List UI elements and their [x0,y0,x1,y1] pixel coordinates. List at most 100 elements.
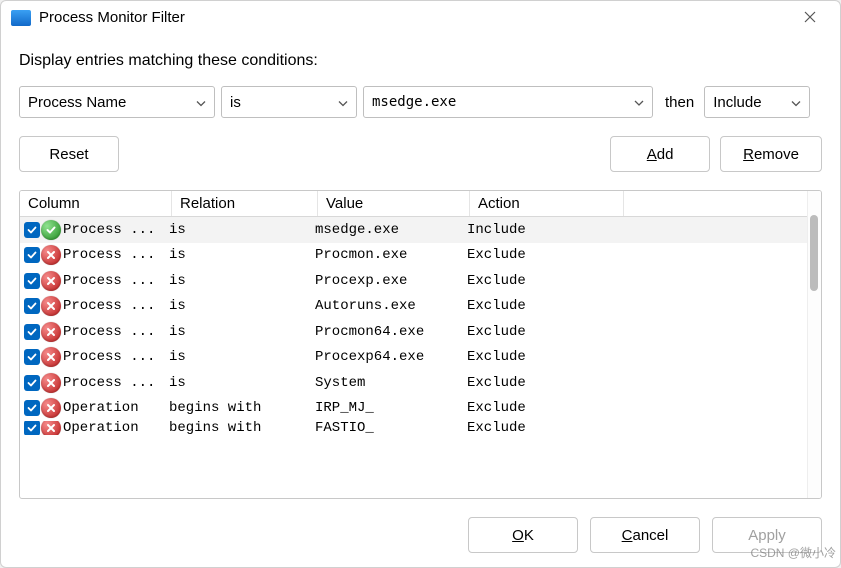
cell-column: Process ... [63,298,169,314]
relation-value: is [230,94,241,111]
chevron-down-icon [338,94,348,111]
table-row[interactable]: Process ...ismsedge.exeInclude [20,217,807,243]
cell-value: IRP_MJ_ [315,400,467,416]
chevron-down-icon [196,94,206,111]
column-combobox[interactable]: Process Name [19,86,215,118]
cell-action: Include [467,222,807,238]
cell-relation: is [169,222,315,238]
window-title: Process Monitor Filter [39,9,782,26]
button-row: Reset Add Remove [19,136,822,172]
action-combobox[interactable]: Include [704,86,810,118]
footer-buttons: OK Cancel Apply [1,517,840,567]
table-row[interactable]: Operationbegins withIRP_MJ_Exclude [20,396,807,422]
cell-value: System [315,375,467,391]
cell-column: Process ... [63,349,169,365]
exclude-icon [41,398,61,418]
scrollbar-track[interactable] [807,191,821,498]
cell-action: Exclude [467,349,807,365]
cell-action: Exclude [467,375,807,391]
instruction-text: Display entries matching these condition… [19,52,822,70]
cell-action: Exclude [467,324,807,340]
then-label: then [665,94,694,111]
table-header: Column Relation Value Action [20,191,807,217]
exclude-icon [41,296,61,316]
add-button[interactable]: Add [610,136,710,172]
app-icon [11,10,31,26]
cell-value: Procmon.exe [315,247,467,263]
exclude-icon [41,347,61,367]
relation-combobox[interactable]: is [221,86,357,118]
cancel-button[interactable]: Cancel [590,517,700,553]
header-relation[interactable]: Relation [172,191,318,216]
close-icon [804,11,816,23]
header-value[interactable]: Value [318,191,470,216]
cell-value: FASTIO_ [315,421,467,435]
chevron-down-icon [634,94,644,110]
row-checkbox[interactable] [24,324,40,340]
exclude-icon [41,271,61,291]
table-row[interactable]: Process ...isProcmon.exeExclude [20,243,807,269]
filter-table: Column Relation Value Action Process ...… [19,190,822,499]
include-icon [41,220,61,240]
table-row[interactable]: Process ...isSystemExclude [20,370,807,396]
filter-condition-row: Process Name is msedge.exe then Include [19,86,822,118]
column-value: Process Name [28,94,126,111]
exclude-icon [41,245,61,265]
cell-column: Process ... [63,222,169,238]
reset-button[interactable]: Reset [19,136,119,172]
cell-column: Process ... [63,273,169,289]
row-checkbox[interactable] [24,247,40,263]
cell-column: Operation [63,400,169,416]
value-combobox[interactable]: msedge.exe [363,86,653,118]
table-row[interactable]: Operationbegins withFASTIO_Exclude [20,421,807,435]
row-checkbox[interactable] [24,273,40,289]
cell-relation: is [169,349,315,365]
cell-action: Exclude [467,421,807,435]
cell-action: Exclude [467,298,807,314]
exclude-icon [41,421,61,435]
ok-button[interactable]: OK [468,517,578,553]
cell-column: Operation [63,421,169,435]
row-checkbox[interactable] [24,375,40,391]
table-row[interactable]: Process ...isProcexp.exeExclude [20,268,807,294]
cell-relation: is [169,273,315,289]
row-checkbox[interactable] [24,298,40,314]
titlebar: Process Monitor Filter [1,1,840,30]
table-row[interactable]: Process ...isAutoruns.exeExclude [20,294,807,320]
header-spacer [624,191,807,216]
table-row[interactable]: Process ...isProcmon64.exeExclude [20,319,807,345]
cell-relation: begins with [169,421,315,435]
close-button[interactable] [790,10,830,26]
table-rows: Process ...ismsedge.exeIncludeProcess ..… [20,217,807,435]
cell-value: msedge.exe [315,222,467,238]
cell-value: Procexp.exe [315,273,467,289]
cell-value: Autoruns.exe [315,298,467,314]
row-checkbox[interactable] [24,349,40,365]
cell-value: Procmon64.exe [315,324,467,340]
exclude-icon [41,373,61,393]
cell-relation: is [169,298,315,314]
remove-button[interactable]: Remove [720,136,822,172]
cell-action: Exclude [467,247,807,263]
watermark: CSDN @微小冷 [750,544,836,561]
chevron-down-icon [791,94,801,111]
header-action[interactable]: Action [470,191,624,216]
cell-column: Process ... [63,324,169,340]
cell-relation: begins with [169,400,315,416]
dialog-body: Display entries matching these condition… [1,30,840,517]
row-checkbox[interactable] [24,222,40,238]
value-value: msedge.exe [372,94,456,110]
exclude-icon [41,322,61,342]
action-value: Include [713,94,761,111]
table-row[interactable]: Process ...isProcexp64.exeExclude [20,345,807,371]
cell-relation: is [169,375,315,391]
row-checkbox[interactable] [24,400,40,416]
cell-action: Exclude [467,273,807,289]
row-checkbox[interactable] [24,421,40,435]
filter-dialog: Process Monitor Filter Display entries m… [0,0,841,568]
cell-relation: is [169,324,315,340]
cell-column: Process ... [63,375,169,391]
scrollbar-thumb[interactable] [810,215,818,291]
spacer [129,136,600,172]
header-column[interactable]: Column [20,191,172,216]
